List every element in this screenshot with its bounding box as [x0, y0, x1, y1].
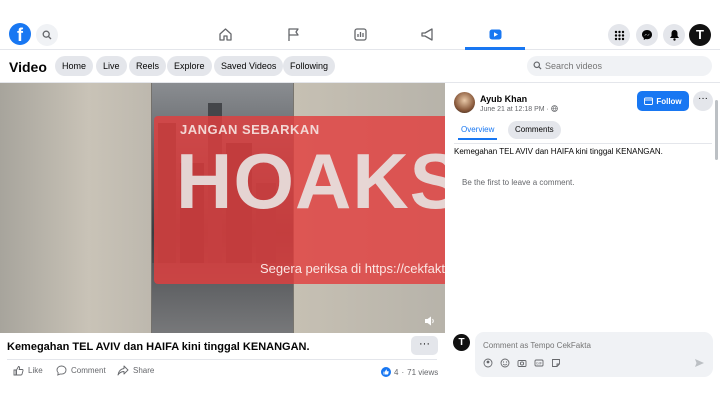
- send-icon[interactable]: [694, 358, 705, 368]
- thumbs-up-icon: [13, 366, 24, 376]
- messenger-icon[interactable]: [636, 24, 658, 46]
- view-count: 71 views: [407, 367, 439, 377]
- grid-icon[interactable]: [608, 24, 630, 46]
- comment-icon: [56, 365, 67, 376]
- empty-comments-message: Be the first to leave a comment.: [462, 178, 575, 187]
- comment-button[interactable]: Comment: [56, 365, 106, 376]
- panel-more-button[interactable]: ···: [693, 91, 713, 111]
- active-tab-indicator: [465, 47, 525, 50]
- more-options-button[interactable]: ···: [411, 336, 438, 355]
- top-navbar: f T: [0, 0, 720, 50]
- pill-live[interactable]: Live: [96, 56, 127, 76]
- post-time-text: June 21 at 12:18 PM ·: [480, 106, 551, 113]
- panel-scrollbar[interactable]: [715, 100, 718, 160]
- pill-home[interactable]: Home: [55, 56, 94, 76]
- post-timestamp[interactable]: June 21 at 12:18 PM ·: [480, 105, 558, 113]
- chart-icon[interactable]: [352, 26, 368, 42]
- flag-icon[interactable]: [285, 26, 301, 42]
- home-icon[interactable]: [217, 26, 233, 42]
- follow-page-icon: [644, 97, 654, 105]
- dot-separator: ·: [401, 367, 405, 377]
- tab-comments[interactable]: Comments: [508, 121, 561, 139]
- author-name[interactable]: Ayub Khan: [480, 94, 527, 104]
- hoax-banner-text: JANGAN SEBARKAN: [180, 122, 320, 137]
- profile-avatar[interactable]: T: [689, 24, 711, 46]
- like-button[interactable]: Like: [13, 365, 43, 376]
- svg-text:GIF: GIF: [536, 362, 543, 366]
- sticker-icon[interactable]: [551, 358, 561, 368]
- post-description: Kemegahan TEL AVIV dan HAIFA kini tingga…: [454, 147, 663, 156]
- divider: [7, 359, 437, 360]
- author-avatar[interactable]: [454, 92, 475, 113]
- gif-icon[interactable]: GIF: [534, 358, 544, 368]
- camera-icon[interactable]: [517, 358, 527, 368]
- share-button[interactable]: Share: [117, 365, 154, 376]
- comment-tools: GIF: [483, 358, 561, 368]
- follow-label: Follow: [656, 96, 682, 106]
- emoji-icon[interactable]: [500, 358, 510, 368]
- pill-following[interactable]: Following: [283, 56, 336, 76]
- pill-explore[interactable]: Explore: [167, 56, 212, 76]
- comment-composer: T GIF: [453, 332, 713, 377]
- share-label: Share: [133, 366, 155, 375]
- search-videos-input[interactable]: [527, 56, 712, 76]
- like-reaction-icon: [381, 367, 391, 377]
- pill-saved-videos[interactable]: Saved Videos: [214, 56, 284, 76]
- volume-icon[interactable]: [424, 315, 436, 327]
- bell-icon[interactable]: [663, 24, 685, 46]
- reaction-summary[interactable]: 4 · 71 views: [381, 367, 438, 377]
- video-icon[interactable]: [487, 26, 503, 42]
- pill-reels[interactable]: Reels: [129, 56, 167, 76]
- page-title: Video: [9, 59, 47, 75]
- share-icon: [117, 365, 129, 376]
- globe-icon: [551, 105, 558, 112]
- facebook-logo-icon[interactable]: f: [9, 23, 31, 45]
- follow-button[interactable]: Follow: [637, 91, 689, 111]
- video-caption: Kemegahan TEL AVIV dan HAIFA kini tingga…: [7, 341, 310, 353]
- avatar-sticker-icon[interactable]: [483, 358, 493, 368]
- tab-overview[interactable]: Overview: [454, 121, 501, 140]
- divider: [454, 143, 712, 144]
- video-caption-area: Kemegahan TEL AVIV dan HAIFA kini tingga…: [0, 333, 445, 405]
- commenter-avatar: T: [453, 334, 470, 351]
- video-subbar: Video Home Live Reels Explore Saved Vide…: [0, 51, 720, 83]
- like-label: Like: [28, 366, 43, 375]
- hoax-stamp-text: HOAKS: [176, 137, 463, 225]
- comment-input[interactable]: [475, 332, 713, 377]
- search-icon: [533, 61, 542, 70]
- search-icon[interactable]: [36, 24, 58, 46]
- megaphone-icon[interactable]: [419, 26, 435, 42]
- comment-label: Comment: [71, 366, 106, 375]
- hoax-check-prefix: Segera periksa di: [260, 261, 365, 276]
- reaction-count: 4: [394, 367, 399, 377]
